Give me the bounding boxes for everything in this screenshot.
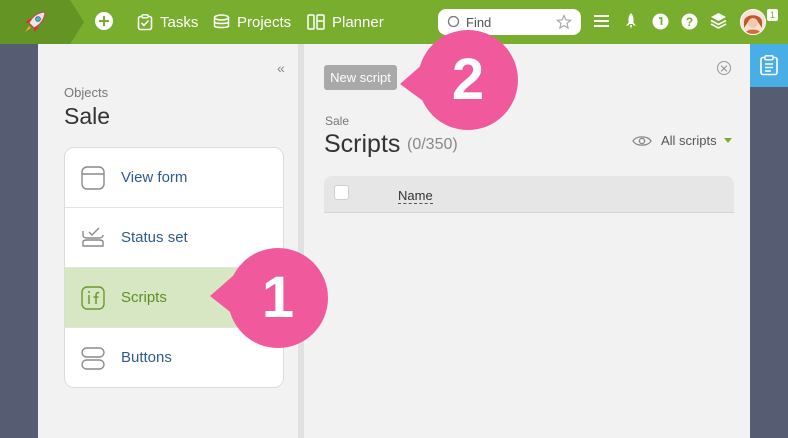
notes-tab[interactable] [750,44,788,87]
menu-item-label: Scripts [121,289,167,306]
help-icon[interactable]: ? [681,13,698,30]
user-avatar[interactable] [740,9,766,35]
nav-projects[interactable]: Projects [213,0,291,44]
status-set-icon [82,227,104,247]
nav-planner[interactable]: Planner [307,0,384,44]
menu-item-label: View form [121,169,188,186]
svg-text:?: ? [686,15,693,29]
filter-label: All scripts [661,133,717,148]
menu-item-view-form[interactable]: View form [65,148,283,208]
logo-notch [70,0,84,44]
nav-tasks-label: Tasks [160,13,199,31]
objects-caption: Objects [64,85,109,100]
nav-projects-label: Projects [237,13,292,31]
rocket-small-icon[interactable] [624,12,638,30]
callout-number-2: 2 [451,47,485,112]
right-rail [750,44,788,438]
menu-item-label: Buttons [121,349,172,366]
close-icon[interactable] [717,61,731,75]
tasks-icon [137,13,153,30]
buttons-icon [81,347,105,370]
clipboard-icon [760,55,778,76]
chevron-down-icon [723,138,732,143]
collapse-panel-button[interactable]: « [277,60,285,76]
top-bar: Tasks Projects Planner Find ? 1 [0,0,788,44]
menu-item-label: Status set [121,229,188,246]
page-title: Scripts [324,130,401,158]
scripts-count: (0/350) [407,136,458,153]
search-icon [447,15,460,28]
time-tracker-icon[interactable] [652,13,669,30]
rocket-icon [25,11,46,32]
nav-tasks[interactable]: Tasks [137,0,198,44]
new-script-button[interactable]: New script [324,65,397,90]
avatar-image [741,10,765,34]
layers-icon[interactable] [710,12,727,30]
scripts-table-header: Name [324,176,734,213]
planner-icon [307,14,325,30]
view-form-icon [81,166,105,190]
scripts-panel [304,44,750,438]
star-icon[interactable] [556,14,572,30]
column-header-name[interactable]: Name [398,189,433,204]
projects-icon [213,14,230,29]
notification-badge: 1 [767,9,778,21]
callout-number-1: 1 [261,265,295,330]
nav-planner-label: Planner [332,13,384,31]
app-logo[interactable] [0,0,70,44]
scripts-filter-dropdown[interactable]: All scripts [632,133,732,148]
menu-icon[interactable] [594,14,609,28]
select-all-checkbox[interactable] [334,185,349,200]
object-title: Sale [64,103,111,129]
eye-icon [632,135,652,146]
scripts-icon [81,286,105,310]
add-new-button[interactable] [95,12,113,30]
breadcrumb: Sale [325,114,350,128]
